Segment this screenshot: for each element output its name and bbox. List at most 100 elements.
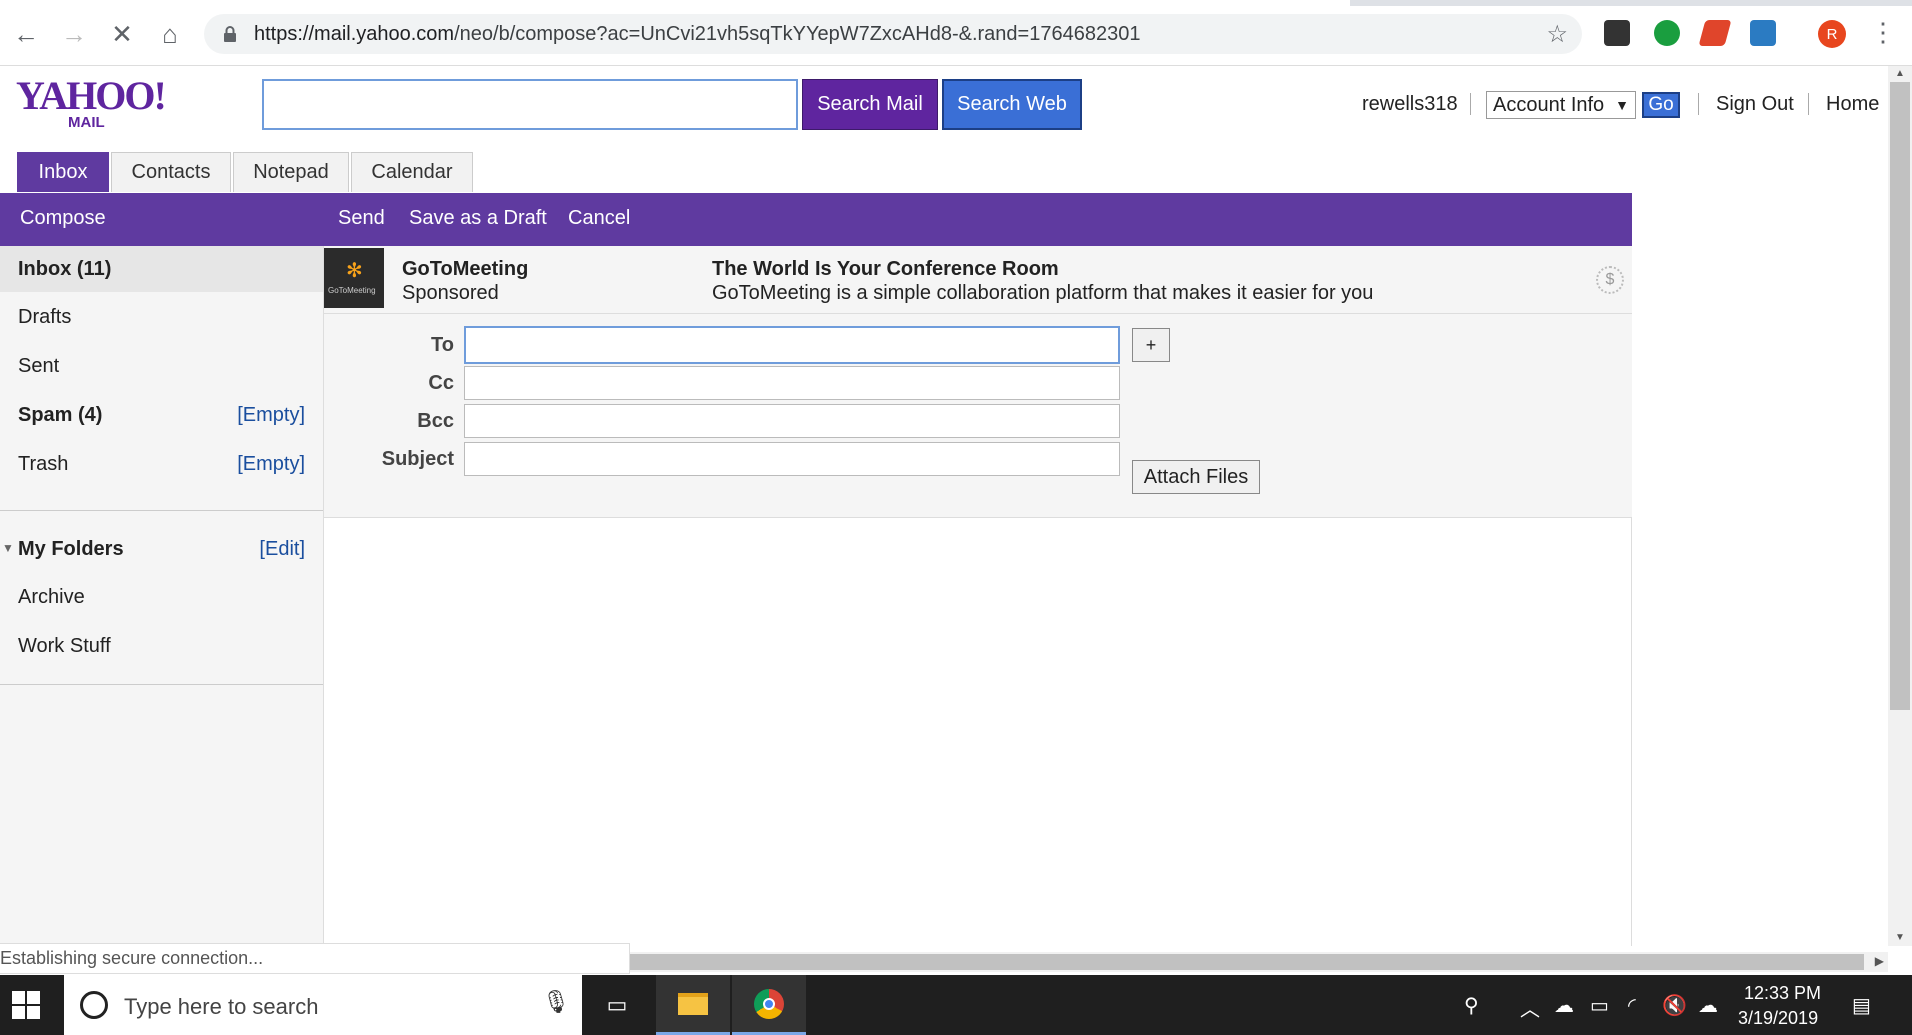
browser-tab-active[interactable] xyxy=(0,0,1350,6)
tab-inbox[interactable]: Inbox xyxy=(17,152,109,192)
forward-icon[interactable]: → xyxy=(56,16,92,52)
browser-menu-icon[interactable]: ⋮ xyxy=(1870,17,1896,48)
tab-contacts[interactable]: Contacts xyxy=(111,152,231,192)
folder-inbox[interactable]: Inbox (11) xyxy=(0,246,323,292)
lock-icon xyxy=(224,26,236,42)
subject-label: Subject xyxy=(381,448,454,470)
folder-label: Drafts xyxy=(18,306,72,328)
scroll-down-icon[interactable]: ▼ xyxy=(1895,932,1905,943)
attach-files-button[interactable]: Attach Files xyxy=(1132,460,1260,494)
task-view-icon[interactable]: ▭ xyxy=(580,975,654,1035)
folder-spam[interactable]: Spam (4) [Empty] xyxy=(0,392,323,438)
bcc-field[interactable] xyxy=(464,404,1120,438)
folder-archive[interactable]: Archive xyxy=(0,574,323,620)
search-mail-button[interactable]: Search Mail xyxy=(802,79,938,130)
compose-button[interactable]: Compose xyxy=(20,207,106,230)
ad-title[interactable]: The World Is Your Conference Room xyxy=(712,258,1059,281)
folder-label: Work Stuff xyxy=(18,635,111,657)
vertical-scrollbar[interactable]: ▲ ▼ xyxy=(1888,66,1912,946)
folder-drafts[interactable]: Drafts xyxy=(0,294,323,340)
chrome-icon[interactable] xyxy=(732,975,806,1035)
divider xyxy=(1698,93,1699,115)
windows-start-icon[interactable] xyxy=(12,991,40,1019)
username: rewells318 xyxy=(1362,93,1458,115)
extension-icon[interactable] xyxy=(1604,20,1630,46)
horizontal-scrollbar[interactable]: ▶ xyxy=(628,952,1888,972)
wifi-icon[interactable]: ◜ xyxy=(1628,993,1636,1018)
cloud-upload-icon[interactable]: ☁ xyxy=(1698,993,1718,1018)
message-body[interactable] xyxy=(324,520,1632,946)
status-bar: Establishing secure connection... xyxy=(0,943,630,974)
action-center-icon[interactable]: ▤ xyxy=(1852,993,1871,1018)
add-recipient-button[interactable]: + xyxy=(1132,328,1170,362)
microphone-icon[interactable]: 🎙 xyxy=(542,989,570,1015)
send-button[interactable]: Send xyxy=(338,207,385,230)
ad-choices-icon[interactable]: $ xyxy=(1596,266,1624,294)
url-text: https://mail.yahoo.com/neo/b/compose?ac=… xyxy=(254,23,1141,45)
show-hidden-icons-icon[interactable]: ︿ xyxy=(1520,993,1540,1022)
ad-advertiser: GoToMeeting xyxy=(402,258,529,280)
search-web-button[interactable]: Search Web xyxy=(942,79,1082,130)
empty-spam-link[interactable]: [Empty] xyxy=(237,404,305,427)
home-icon[interactable]: ⌂ xyxy=(152,16,188,52)
hangouts-extension-icon[interactable] xyxy=(1654,20,1680,46)
my-folders-header[interactable]: ▼ My Folders [Edit] xyxy=(0,526,323,572)
back-icon[interactable]: ← xyxy=(8,16,44,52)
folder-sidebar: Inbox (11) Drafts Sent Spam (4) [Empty] … xyxy=(0,246,324,946)
volume-muted-icon[interactable]: 🔇 xyxy=(1662,993,1687,1018)
bookmark-star-icon[interactable]: ☆ xyxy=(1546,20,1568,49)
sponsored-ad[interactable]: ✻ GoToMeeting GoToMeeting Sponsored The … xyxy=(324,246,1632,314)
cancel-button[interactable]: Cancel xyxy=(568,207,630,230)
profile-avatar[interactable]: R xyxy=(1818,20,1846,48)
scrollbar-thumb[interactable] xyxy=(628,954,1864,970)
people-icon[interactable]: ⚲ xyxy=(1464,993,1479,1018)
sign-out-link[interactable]: Sign Out xyxy=(1716,93,1794,116)
folder-label: Archive xyxy=(18,586,85,608)
folder-trash[interactable]: Trash [Empty] xyxy=(0,441,323,487)
taskbar-search-placeholder: Type here to search xyxy=(124,994,319,1019)
compose-pane: ✻ GoToMeeting GoToMeeting Sponsored The … xyxy=(324,246,1632,946)
extension-icon[interactable] xyxy=(1750,20,1776,46)
clock-date[interactable]: 3/19/2019 xyxy=(1738,1008,1818,1029)
extension-icon[interactable] xyxy=(1698,20,1732,46)
cc-field[interactable] xyxy=(464,366,1120,400)
address-bar[interactable]: https://mail.yahoo.com/neo/b/compose?ac=… xyxy=(204,14,1582,54)
divider xyxy=(1808,93,1809,115)
scroll-right-icon[interactable]: ▶ xyxy=(1875,954,1884,968)
onedrive-icon[interactable]: ☁ xyxy=(1554,993,1574,1018)
battery-icon[interactable]: ▭ xyxy=(1590,993,1609,1018)
stop-loading-icon[interactable]: ✕ xyxy=(104,16,140,52)
save-draft-button[interactable]: Save as a Draft xyxy=(409,207,547,230)
browser-toolbar: ← → ✕ ⌂ https://mail.yahoo.com/neo/b/com… xyxy=(0,0,1912,66)
tab-strip xyxy=(0,0,1912,6)
home-link[interactable]: Home xyxy=(1826,93,1879,116)
account-info-select[interactable]: Account Info ▼ xyxy=(1486,91,1636,119)
scrollbar-thumb[interactable] xyxy=(1890,82,1910,710)
dropdown-arrow-icon: ▼ xyxy=(1615,97,1629,113)
subject-field[interactable] xyxy=(464,442,1120,476)
taskbar-search-box[interactable]: Type here to search 🎙 xyxy=(64,975,582,1035)
ad-sponsored-label: Sponsored xyxy=(402,282,499,304)
cortana-icon[interactable] xyxy=(80,991,108,1019)
edit-folders-link[interactable]: [Edit] xyxy=(259,538,305,561)
my-folders-label: My Folders xyxy=(18,538,124,560)
ad-description: GoToMeeting is a simple collaboration pl… xyxy=(712,282,1374,304)
folder-work-stuff[interactable]: Work Stuff xyxy=(0,623,323,669)
tab-notepad[interactable]: Notepad xyxy=(233,152,349,192)
collapse-triangle-icon[interactable]: ▼ xyxy=(2,541,14,555)
go-button[interactable]: Go xyxy=(1642,92,1680,118)
search-input[interactable] xyxy=(262,79,798,130)
folder-label: Spam (4) xyxy=(18,404,103,426)
ad-logo: ✻ GoToMeeting xyxy=(324,248,384,308)
yahoo-mail-logo[interactable]: YAHOO! MAIL xyxy=(16,73,167,132)
compose-toolbar: Compose Send Save as a Draft Cancel xyxy=(0,193,1632,246)
logo-text: YAHOO! xyxy=(16,73,167,118)
clock-time[interactable]: 12:33 PM xyxy=(1744,983,1821,1004)
to-field[interactable] xyxy=(464,326,1120,364)
scroll-up-icon[interactable]: ▲ xyxy=(1895,68,1905,79)
folder-label: Trash xyxy=(18,453,69,475)
file-explorer-icon[interactable] xyxy=(656,975,730,1035)
empty-trash-link[interactable]: [Empty] xyxy=(237,453,305,476)
folder-sent[interactable]: Sent xyxy=(0,343,323,389)
tab-calendar[interactable]: Calendar xyxy=(351,152,473,192)
